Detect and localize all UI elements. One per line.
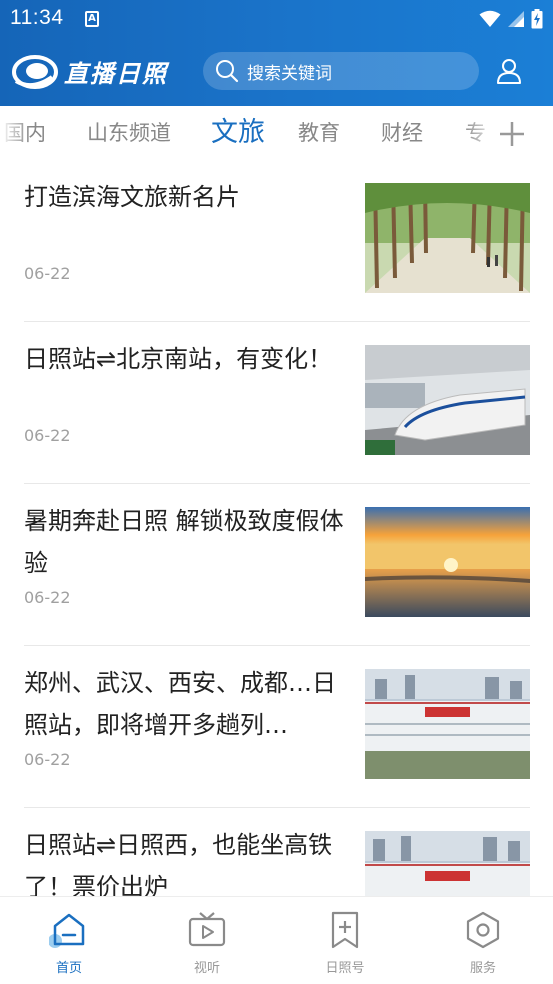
home-icon [49, 913, 85, 948]
logo-text: 直播日照 [64, 58, 168, 88]
nav-label: 首页 [55, 961, 82, 976]
nav-rizhao-account[interactable]: 日照号 [276, 897, 414, 984]
news-item[interactable]: 日照站⇌日照西，也能坐高铁了！票价出炉 [24, 808, 530, 896]
news-thumbnail [365, 345, 530, 455]
news-item[interactable]: 郑州、武汉、西安、成都…日照站，即将增开多趟列… 06-22 [24, 646, 530, 808]
system-icons [479, 8, 543, 30]
nav-label: 视听 [193, 961, 220, 976]
news-title: 打造滨海文旅新名片 [24, 183, 240, 211]
battery-icon [531, 9, 543, 29]
news-title: 郑州、武汉、西安、成都…日照站，即将增开多趟列… [24, 669, 336, 739]
search-placeholder: 搜索关键词 [247, 63, 332, 84]
tab-finance[interactable]: 财经 [381, 106, 423, 160]
top-bar: 11:34 A 直播日照 搜索关键词 [0, 0, 553, 106]
status-bar: 11:34 A [0, 0, 553, 36]
tab-shandong[interactable]: 山东频道 [87, 106, 171, 160]
news-item[interactable]: 日照站⇌北京南站，有变化！ 06-22 [24, 322, 530, 484]
nav-services[interactable]: 服务 [414, 897, 552, 984]
app-logo[interactable]: 直播日照 [12, 50, 172, 92]
search-icon [216, 60, 239, 83]
news-list: 打造滨海文旅新名片 06-22 日照站⇌北京南站，有变化！ 06-22 暑期奔赴… [0, 160, 553, 896]
bottom-nav: 首页 视听 日照号 服务 [0, 896, 553, 984]
user-icon[interactable] [494, 56, 524, 86]
news-thumbnail [365, 507, 530, 617]
news-thumbnail [365, 183, 530, 293]
channel-tabs: 国内 山东频道 文旅 教育 财经 专 [0, 106, 553, 160]
notification-icon: A [85, 11, 99, 27]
tab-culture-tourism[interactable]: 文旅 [211, 106, 265, 160]
news-thumbnail [365, 831, 530, 896]
app-header: 直播日照 搜索关键词 [0, 36, 553, 106]
wifi-icon [479, 10, 501, 27]
news-title: 日照站⇌日照西，也能坐高铁了！票价出炉 [24, 831, 333, 896]
logo-mark-icon [12, 55, 58, 89]
news-date: 06-22 [24, 588, 71, 607]
news-date: 06-22 [24, 426, 71, 445]
search-bar[interactable]: 搜索关键词 [203, 52, 479, 90]
news-date: 06-22 [24, 750, 71, 769]
tabs-left-fade [0, 106, 30, 160]
nav-label: 日照号 [325, 961, 365, 976]
news-title: 日照站⇌北京南站，有变化！ [24, 345, 333, 373]
nav-label: 服务 [469, 961, 496, 976]
add-channel-icon[interactable] [497, 119, 527, 149]
hexagon-icon [466, 911, 500, 949]
news-item[interactable]: 打造滨海文旅新名片 06-22 [24, 160, 530, 322]
news-thumbnail [365, 669, 530, 779]
tab-education[interactable]: 教育 [298, 106, 340, 160]
signal-icon [508, 11, 524, 27]
status-time: 11:34 [10, 6, 64, 29]
news-item[interactable]: 暑期奔赴日照 解锁极致度假体验 06-22 [24, 484, 530, 646]
news-title: 暑期奔赴日照 解锁极致度假体验 [24, 507, 344, 577]
nav-video[interactable]: 视听 [138, 897, 276, 984]
news-date: 06-22 [24, 264, 71, 283]
bookmark-plus-icon [331, 911, 359, 949]
tv-icon [188, 912, 226, 947]
nav-home[interactable]: 首页 [0, 897, 138, 984]
